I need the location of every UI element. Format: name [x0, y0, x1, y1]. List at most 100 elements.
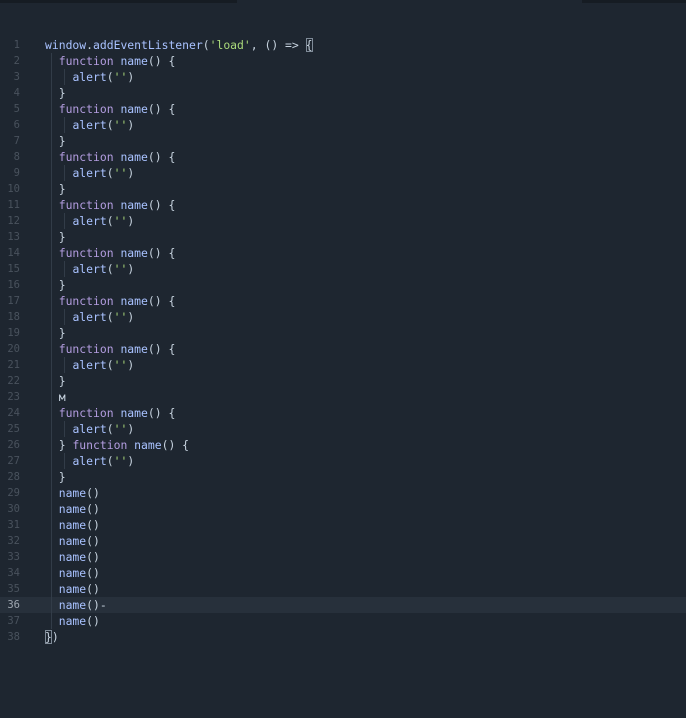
- line-number: 31: [7, 519, 20, 531]
- line-text: alert(''): [72, 262, 135, 276]
- code-line[interactable]: 26 } function name() {: [0, 437, 686, 453]
- line-number: 34: [7, 567, 20, 579]
- line-text: name(): [58, 566, 100, 580]
- line-text: alert(''): [72, 166, 135, 180]
- line-text: alert(''): [72, 310, 135, 324]
- code-line[interactable]: 25 alert(''): [0, 421, 686, 437]
- line-number: 36: [7, 599, 20, 611]
- tab-right[interactable]: [582, 0, 686, 3]
- code-line[interactable]: 14 function name() {: [0, 245, 686, 261]
- code-line[interactable]: 38}): [0, 629, 686, 645]
- code-line[interactable]: 16 }: [0, 277, 686, 293]
- code-line[interactable]: 31 name(): [0, 517, 686, 533]
- line-text: }: [45, 470, 66, 484]
- line-text: function name() {: [58, 102, 176, 116]
- line-text: function name() {: [58, 54, 176, 68]
- line-number: 15: [7, 263, 20, 275]
- code-line[interactable]: 36 name()-: [0, 597, 686, 613]
- line-number: 3: [13, 71, 20, 83]
- code-line[interactable]: 17 function name() {: [0, 293, 686, 309]
- code-line[interactable]: 18 alert(''): [0, 309, 686, 325]
- code-line[interactable]: 23 м: [0, 389, 686, 405]
- tab-strip: [0, 0, 686, 4]
- code-line[interactable]: 12 alert(''): [0, 213, 686, 229]
- line-number: 27: [7, 455, 20, 467]
- line-text: }: [45, 326, 66, 340]
- code-line[interactable]: 15 alert(''): [0, 261, 686, 277]
- line-number: 4: [13, 87, 20, 99]
- line-number: 30: [7, 503, 20, 515]
- code-line[interactable]: 29 name(): [0, 485, 686, 501]
- line-number: 16: [7, 279, 20, 291]
- code-area[interactable]: 1 window.addEventListener('load', () => {…: [0, 37, 686, 645]
- code-line[interactable]: 6 alert(''): [0, 117, 686, 133]
- line-number: 25: [7, 423, 20, 435]
- code-line[interactable]: 1 window.addEventListener('load', () => {: [0, 37, 686, 53]
- line-text: function name() {: [58, 150, 176, 164]
- line-number: 11: [7, 199, 20, 211]
- code-line[interactable]: 30 name(): [0, 501, 686, 517]
- line-text: name(): [58, 534, 100, 548]
- line-number: 37: [7, 615, 20, 627]
- code-line[interactable]: 20 function name() {: [0, 341, 686, 357]
- line-text: alert(''): [72, 214, 135, 228]
- line-text: function name() {: [58, 198, 176, 212]
- code-line[interactable]: 13 }: [0, 229, 686, 245]
- code-line[interactable]: 32 name(): [0, 533, 686, 549]
- line-text: }: [45, 134, 66, 148]
- line-text: alert(''): [72, 422, 135, 436]
- code-line[interactable]: 21 alert(''): [0, 357, 686, 373]
- line-text: name(): [58, 614, 100, 628]
- tab-left[interactable]: [0, 0, 237, 3]
- line-text: name(): [58, 582, 100, 596]
- line-number: 14: [7, 247, 20, 259]
- line-text: function name() {: [58, 406, 176, 420]
- line-number: 32: [7, 535, 20, 547]
- line-number: 21: [7, 359, 20, 371]
- code-line[interactable]: 19 }: [0, 325, 686, 341]
- code-line[interactable]: 11 function name() {: [0, 197, 686, 213]
- code-line[interactable]: 8 function name() {: [0, 149, 686, 165]
- line-number: 9: [13, 167, 20, 179]
- line-number: 33: [7, 551, 20, 563]
- line-number: 5: [13, 103, 20, 115]
- line-text: name(): [58, 486, 100, 500]
- code-line[interactable]: 5 function name() {: [0, 101, 686, 117]
- code-line[interactable]: 10 }: [0, 181, 686, 197]
- code-line[interactable]: 4 }: [0, 85, 686, 101]
- line-text: name(): [58, 518, 100, 532]
- line-number: 13: [7, 231, 20, 243]
- matching-bracket: {: [305, 38, 313, 52]
- code-line[interactable]: 28 }: [0, 469, 686, 485]
- code-line[interactable]: 3 alert(''): [0, 69, 686, 85]
- matching-bracket: }: [45, 630, 52, 644]
- line-number: 6: [13, 119, 20, 131]
- code-editor[interactable]: 1 window.addEventListener('load', () => {…: [0, 0, 686, 718]
- code-line[interactable]: 24 function name() {: [0, 405, 686, 421]
- line-text: name()-: [58, 598, 107, 612]
- line-text: alert(''): [72, 118, 135, 132]
- code-line[interactable]: 2 function name() {: [0, 53, 686, 69]
- line-text: function name() {: [58, 342, 176, 356]
- line-number: 10: [7, 183, 20, 195]
- line-number: 12: [7, 215, 20, 227]
- line-text: name(): [58, 502, 100, 516]
- code-line[interactable]: 9 alert(''): [0, 165, 686, 181]
- line-text: alert(''): [72, 358, 135, 372]
- code-line[interactable]: 34 name(): [0, 565, 686, 581]
- line-number: 19: [7, 327, 20, 339]
- code-line[interactable]: 35 name(): [0, 581, 686, 597]
- code-line[interactable]: 33 name(): [0, 549, 686, 565]
- line-number: 18: [7, 311, 20, 323]
- code-line[interactable]: 7 }: [0, 133, 686, 149]
- code-line[interactable]: 37 name(): [0, 613, 686, 629]
- line-text: }: [45, 182, 66, 196]
- line-text: function name() {: [58, 246, 176, 260]
- line-text: name(): [58, 550, 100, 564]
- code-line[interactable]: 22 }: [0, 373, 686, 389]
- code-line[interactable]: 27 alert(''): [0, 453, 686, 469]
- line-text: } function name() {: [45, 438, 190, 452]
- line-number: 2: [13, 55, 20, 67]
- line-number: 7: [13, 135, 20, 147]
- line-text: }): [45, 630, 59, 644]
